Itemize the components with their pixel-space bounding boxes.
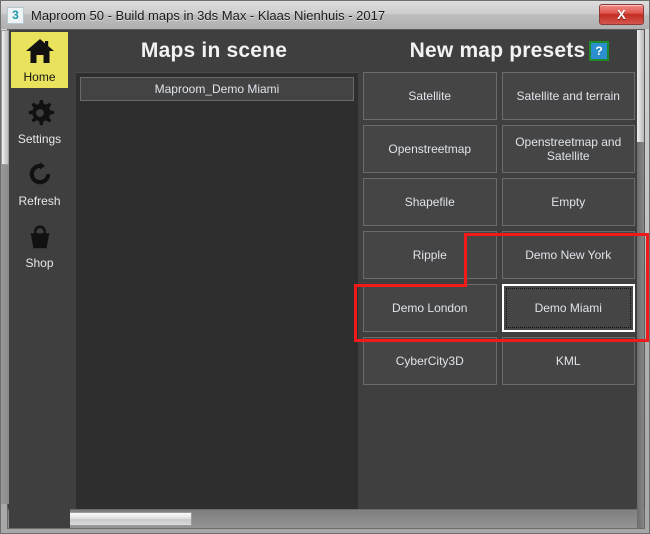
- app-icon: 3: [7, 6, 24, 24]
- new-map-presets-header: New map presets ?: [358, 30, 637, 72]
- sidebar: Home Settings Refresh Shop: [9, 30, 70, 528]
- maps-in-scene-column: Maps in scene Maproom_Demo Miami: [70, 30, 358, 528]
- sidebar-item-shop-label: Shop: [25, 256, 54, 270]
- list-item[interactable]: Maproom_Demo Miami: [80, 77, 354, 101]
- new-map-presets-title: New map presets: [409, 39, 586, 62]
- preset-button-demo-london[interactable]: Demo London: [363, 284, 497, 332]
- preset-label: Openstreetmap and Satellite: [515, 135, 622, 163]
- preset-label: Satellite: [408, 89, 452, 103]
- preset-label: Empty: [551, 195, 586, 209]
- sidebar-item-settings[interactable]: Settings: [11, 94, 68, 150]
- preset-button-demo-new-york[interactable]: Demo New York: [501, 231, 635, 279]
- preset-label: KML: [555, 354, 581, 368]
- sidebar-item-refresh-label: Refresh: [18, 194, 61, 208]
- right-vertical-scrollbar[interactable]: [637, 30, 644, 528]
- refresh-icon: [11, 161, 68, 193]
- title-bar: 3 Maproom 50 - Build maps in 3ds Max - K…: [1, 1, 649, 29]
- preset-button-kml[interactable]: KML: [501, 337, 635, 385]
- sidebar-item-refresh[interactable]: Refresh: [11, 156, 68, 212]
- right-vertical-scrollbar-thumb[interactable]: [637, 30, 644, 142]
- preset-label: Ripple: [412, 248, 447, 262]
- preset-label: Openstreetmap: [388, 142, 472, 156]
- client-area: Home Settings Refresh Shop Maps in scene…: [7, 29, 645, 529]
- list-item-label: Maproom_Demo Miami: [154, 82, 280, 96]
- preset-button-openstreetmap[interactable]: Openstreetmap: [363, 125, 497, 173]
- preset-button-cybercity3d[interactable]: CyberCity3D: [363, 337, 497, 385]
- preset-label: Demo London: [392, 301, 468, 315]
- sidebar-item-home[interactable]: Home: [11, 32, 68, 88]
- preset-label: Demo Miami: [534, 301, 602, 315]
- preset-button-shapefile[interactable]: Shapefile: [363, 178, 497, 226]
- preset-label: Demo New York: [525, 248, 612, 262]
- left-vertical-scrollbar-thumb[interactable]: [1, 30, 9, 165]
- horizontal-scrollbar[interactable]: [7, 509, 645, 529]
- sidebar-item-home-label: Home: [23, 70, 56, 84]
- preset-label: Shapefile: [404, 195, 455, 209]
- sidebar-item-settings-label: Settings: [17, 132, 62, 146]
- app-window: 3 Maproom 50 - Build maps in 3ds Max - K…: [0, 0, 650, 534]
- preset-button-satellite-and-terrain[interactable]: Satellite and terrain: [501, 72, 635, 120]
- home-icon: [11, 37, 68, 69]
- annotation-join-right: [646, 233, 649, 287]
- gear-icon: [11, 99, 68, 131]
- sidebar-item-shop[interactable]: Shop: [11, 218, 68, 274]
- help-button[interactable]: ?: [589, 41, 609, 61]
- maps-in-scene-title: Maps in scene: [140, 39, 288, 62]
- preset-button-openstreetmap-and-satellite[interactable]: Openstreetmap and Satellite: [501, 125, 635, 173]
- preset-button-demo-miami[interactable]: Demo Miami: [501, 284, 635, 332]
- shop-bag-icon: [11, 223, 68, 255]
- preset-button-satellite[interactable]: Satellite: [363, 72, 497, 120]
- maps-in-scene-header: Maps in scene: [70, 30, 358, 72]
- window-title: Maproom 50 - Build maps in 3ds Max - Kla…: [31, 7, 386, 23]
- new-map-presets-column: New map presets ? Satellite Satellite an…: [358, 30, 637, 528]
- preset-button-ripple[interactable]: Ripple: [363, 231, 497, 279]
- preset-button-empty[interactable]: Empty: [501, 178, 635, 226]
- preset-label: Satellite and terrain: [516, 89, 620, 103]
- presets-grid: Satellite Satellite and terrain Openstre…: [363, 72, 635, 385]
- left-vertical-scrollbar[interactable]: [1, 30, 9, 504]
- close-button[interactable]: X: [599, 4, 644, 25]
- maps-list-panel: Maproom_Demo Miami: [76, 72, 358, 528]
- preset-label: CyberCity3D: [395, 354, 464, 368]
